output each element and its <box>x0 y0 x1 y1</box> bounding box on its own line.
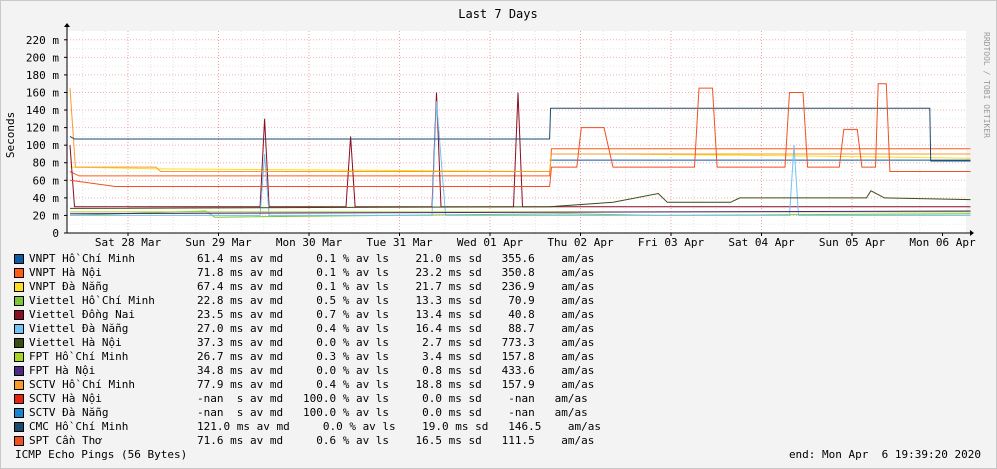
legend-entry: SCTV Hà Nội -nan s av md 100.0 % av ls 0.… <box>14 392 601 406</box>
y-tick-label: 220 m <box>26 34 59 47</box>
y-tick-label: 100 m <box>26 139 59 152</box>
legend-entry: VNPT Hồ Chí Minh 61.4 ms av md 0.1 % av l… <box>14 252 601 266</box>
legend-swatch <box>14 338 24 348</box>
legend-swatch <box>14 380 24 390</box>
legend-entry: Viettel Hà Nội 37.3 ms av md 0.0 % av ls … <box>14 336 601 350</box>
legend-series-name: Viettel Hà Nội <box>29 336 122 349</box>
legend-swatch <box>14 394 24 404</box>
x-tick-label: Sun 05 Apr <box>819 236 886 249</box>
legend-series-stats: 71.8 ms av md 0.1 % av ls 23.2 ms sd 350… <box>197 266 595 279</box>
x-tick-label: Thu 02 Apr <box>547 236 614 249</box>
x-tick-label: Mon 06 Apr <box>909 236 976 249</box>
legend-entry: Viettel Đà Nẵng 27.0 ms av md 0.4 % av ls… <box>14 322 601 336</box>
legend-swatch <box>14 282 24 292</box>
legend-series-stats: 121.0 ms av md 0.0 % av ls 19.0 ms sd 14… <box>197 420 601 433</box>
legend: VNPT Hồ Chí Minh 61.4 ms av md 0.1 % av l… <box>14 252 601 448</box>
legend-series-name: SCTV Hà Nội <box>29 392 102 405</box>
legend-entry: SCTV Đà Nẵng -nan s av md 100.0 % av ls 0… <box>14 406 601 420</box>
y-tick-label: 180 m <box>26 69 59 82</box>
legend-swatch <box>14 422 24 432</box>
x-tick-label: Mon 30 Mar <box>276 236 343 249</box>
legend-entry: VNPT Đà Nẵng 67.4 ms av md 0.1 % av ls 21… <box>14 280 601 294</box>
legend-series-stats: 67.4 ms av md 0.1 % av ls 21.7 ms sd 236… <box>197 280 595 293</box>
legend-entry: Viettel Đồng Nai 23.5 ms av md 0.7 % av l… <box>14 308 601 322</box>
legend-series-name: SCTV Hồ Chí Minh <box>29 378 135 391</box>
y-tick-label: 0 <box>52 227 59 240</box>
footer-description: ICMP Echo Pings (56 Bytes) <box>15 448 188 461</box>
footer-end-time: end: Mon Apr 6 19:39:20 2020 <box>788 448 981 461</box>
rrdtool-watermark: RRDTOOL / TOBI OETIKER <box>982 32 991 138</box>
y-tick-label: 80 m <box>33 157 60 170</box>
legend-swatch <box>14 436 24 446</box>
y-tick-label: 60 m <box>33 174 60 187</box>
x-tick-label: Fri 03 Apr <box>638 236 705 249</box>
y-tick-label: 140 m <box>26 104 59 117</box>
legend-swatch <box>14 324 24 334</box>
legend-entry: VNPT Hà Nội 71.8 ms av md 0.1 % av ls 23.… <box>14 266 601 280</box>
legend-series-stats: -nan s av md 100.0 % av ls 0.0 ms sd -na… <box>197 392 588 405</box>
y-tick-label: 120 m <box>26 122 59 135</box>
legend-series-name: CMC Hồ Chí Minh <box>29 420 129 433</box>
legend-series-name: FPT Hồ Chí Minh <box>29 350 129 363</box>
legend-series-name: FPT Hà Nội <box>29 364 96 377</box>
x-tick-label: Wed 01 Apr <box>457 236 524 249</box>
legend-swatch <box>14 408 24 418</box>
legend-series-stats: 22.8 ms av md 0.5 % av ls 13.3 ms sd 70.… <box>197 294 595 307</box>
legend-series-stats: 23.5 ms av md 0.7 % av ls 13.4 ms sd 40.… <box>197 308 595 321</box>
y-tick-label: 20 m <box>33 209 60 222</box>
legend-swatch <box>14 254 24 264</box>
legend-entry: SCTV Hồ Chí Minh 77.9 ms av md 0.4 % av l… <box>14 378 601 392</box>
x-tick-label: Tue 31 Mar <box>366 236 433 249</box>
legend-series-stats: 27.0 ms av md 0.4 % av ls 16.4 ms sd 88.… <box>197 322 595 335</box>
legend-series-stats: 71.6 ms av md 0.6 % av ls 16.5 ms sd 111… <box>197 434 595 447</box>
y-tick-label: 200 m <box>26 51 59 64</box>
legend-entry: Viettel Hồ Chí Minh 22.8 ms av md 0.5 % a… <box>14 294 601 308</box>
legend-series-stats: 37.3 ms av md 0.0 % av ls 2.7 ms sd 773.… <box>197 336 595 349</box>
x-tick-label: Sat 04 Apr <box>728 236 795 249</box>
legend-series-stats: 61.4 ms av md 0.1 % av ls 21.0 ms sd 355… <box>197 252 595 265</box>
x-tick-label: Sat 28 Mar <box>95 236 162 249</box>
y-axis-label: Seconds <box>4 112 17 158</box>
legend-series-name: VNPT Đà Nẵng <box>29 280 109 293</box>
legend-swatch <box>14 352 24 362</box>
legend-series-stats: 77.9 ms av md 0.4 % av ls 18.8 ms sd 157… <box>197 378 595 391</box>
y-axis-arrow <box>64 23 70 27</box>
legend-entry: SPT Cần Thơ 71.6 ms av md 0.6 % av ls 16.… <box>14 434 601 448</box>
legend-series-name: Viettel Hồ Chí Minh <box>29 294 155 307</box>
legend-series-name: VNPT Hồ Chí Minh <box>29 252 135 265</box>
legend-series-name: Viettel Đồng Nai <box>29 308 135 321</box>
legend-swatch <box>14 268 24 278</box>
x-tick-label: Sun 29 Mar <box>185 236 252 249</box>
y-tick-label: 160 m <box>26 86 59 99</box>
legend-series-stats: 34.8 ms av md 0.0 % av ls 0.8 ms sd 433.… <box>197 364 595 377</box>
legend-swatch <box>14 296 24 306</box>
legend-series-name: SCTV Đà Nẵng <box>29 406 109 419</box>
y-tick-label: 40 m <box>33 192 60 205</box>
legend-series-name: SPT Cần Thơ <box>29 434 102 447</box>
chart-title: Last 7 Days <box>458 7 537 21</box>
legend-entry: FPT Hà Nội 34.8 ms av md 0.0 % av ls 0.8 … <box>14 364 601 378</box>
legend-series-name: Viettel Đà Nẵng <box>29 322 129 335</box>
legend-series-name: VNPT Hà Nội <box>29 266 102 279</box>
legend-series-stats: 26.7 ms av md 0.3 % av ls 3.4 ms sd 157.… <box>197 350 595 363</box>
legend-series-stats: -nan s av md 100.0 % av ls 0.0 ms sd -na… <box>197 406 588 419</box>
legend-entry: CMC Hồ Chí Minh 121.0 ms av md 0.0 % av l… <box>14 420 601 434</box>
legend-swatch <box>14 310 24 320</box>
legend-swatch <box>14 366 24 376</box>
legend-entry: FPT Hồ Chí Minh 26.7 ms av md 0.3 % av ls… <box>14 350 601 364</box>
